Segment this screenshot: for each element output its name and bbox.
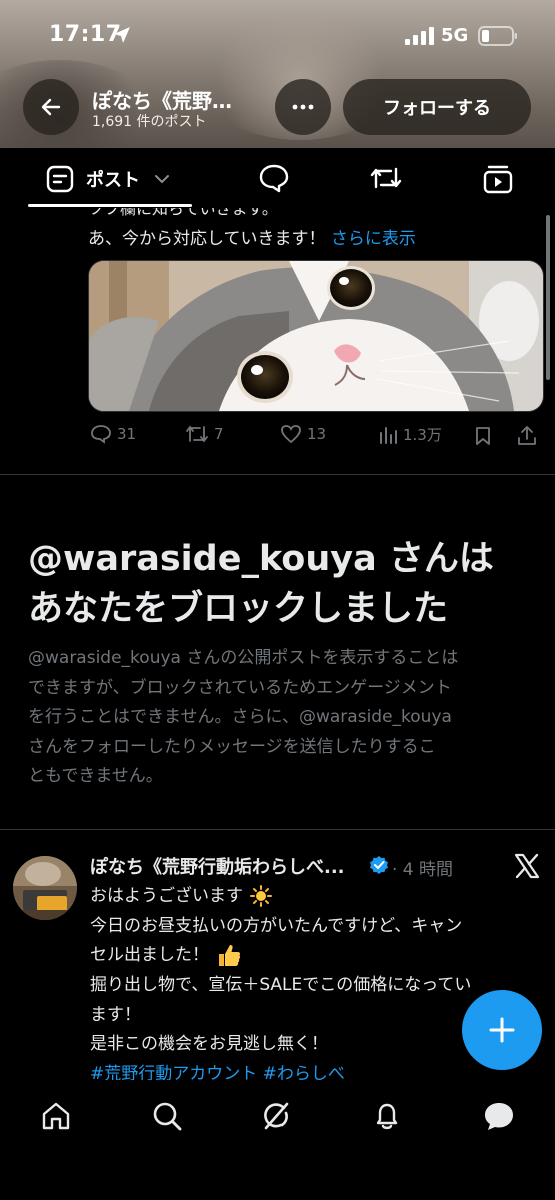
blocked-desc-line: できますが、ブロックされているためエンゲージメント xyxy=(28,677,452,698)
search-icon[interactable] xyxy=(151,1100,183,1132)
tab-reposts-icon[interactable] xyxy=(369,165,403,191)
repost-icon xyxy=(186,425,208,443)
repost-count: 7 xyxy=(214,425,224,443)
profile-nav: ぽなち《荒野… 1,691 件のポスト フォローする xyxy=(0,79,555,135)
back-button[interactable] xyxy=(23,79,79,135)
blocked-desc-line: @waraside_kouya さんの公開ポストを表示することは xyxy=(28,648,459,668)
avatar-photo xyxy=(13,856,77,920)
like-button[interactable]: 13 xyxy=(280,424,326,444)
messages-icon[interactable] xyxy=(482,1100,516,1132)
tab-media-icon[interactable] xyxy=(482,164,514,194)
thumbs-up-emoji-icon xyxy=(219,945,241,967)
blocked-desc-line: さんをフォローしたりメッセージを送信したりするこ xyxy=(28,736,436,757)
sun-emoji-icon xyxy=(250,885,273,907)
tab-posts[interactable]: ポスト xyxy=(46,165,170,193)
bookmark-icon[interactable] xyxy=(474,426,492,446)
post-line-3: セル出ました！ xyxy=(90,945,209,966)
profile-banner: 17:17 5G ぽなち《荒野… 1,691 件のポスト フォローする xyxy=(0,0,555,148)
more-options-button[interactable] xyxy=(275,79,331,135)
compose-post-button[interactable] xyxy=(462,990,542,1070)
reply-button[interactable]: 31 xyxy=(90,424,136,444)
blocked-description: @waraside_kouya さんの公開ポストを表示することは できますが、ブ… xyxy=(28,644,528,792)
home-icon[interactable] xyxy=(40,1100,72,1132)
blocked-desc-line: を行うことはできません。さらに、@waraside_kouya xyxy=(28,707,452,727)
blocked-desc-line: ともできません。 xyxy=(28,766,163,786)
chevron-down-icon xyxy=(155,175,169,184)
divider xyxy=(0,829,555,830)
grok-icon[interactable] xyxy=(260,1100,292,1132)
repost-button[interactable]: 7 xyxy=(185,424,224,444)
active-tab-indicator xyxy=(28,204,192,207)
blocked-title-line: あなたをブロックしました xyxy=(28,589,449,629)
avatar[interactable] xyxy=(13,856,77,920)
more-dots-icon xyxy=(292,104,314,110)
location-arrow-icon xyxy=(114,27,130,43)
post-body-line: おはようございます xyxy=(90,882,545,912)
media-tabs: ポスト xyxy=(0,148,555,208)
post-action-bar: 31 7 13 1.3万 xyxy=(0,422,555,450)
post-doc-icon xyxy=(46,165,74,193)
blocked-title-line: @waraside_kouya さんは xyxy=(28,539,494,579)
tab-replies-icon[interactable] xyxy=(258,163,290,193)
scrollbar[interactable] xyxy=(546,215,550,380)
reply-count: 31 xyxy=(117,425,137,443)
post-text: あ、今から対応していきます！ さらに表示 xyxy=(88,224,416,249)
post-line-1: おはようございます xyxy=(90,886,243,906)
bottom-nav xyxy=(0,1080,555,1200)
divider xyxy=(0,474,555,475)
post-line-2: 今日のお昼支払いの方がいたんですけど、キャン xyxy=(90,915,463,936)
author-name[interactable]: ぽなち《荒野行動垢わらしべ... xyxy=(90,853,345,879)
like-count: 13 xyxy=(307,425,327,443)
reply-icon xyxy=(91,425,111,444)
status-bar: 17:17 5G xyxy=(0,22,555,56)
post-count: 1,691 件のポスト xyxy=(92,114,207,130)
post-line-4: 掘り出し物で、宣伝＋SALEでこの価格になってい xyxy=(90,975,472,996)
verified-badge-icon xyxy=(370,856,388,874)
back-arrow-icon xyxy=(41,98,61,116)
cat-photo xyxy=(89,261,543,411)
signal-icon xyxy=(405,27,434,45)
notifications-bell-icon[interactable] xyxy=(371,1100,403,1132)
post-body-line: セル出ました！ xyxy=(90,941,545,971)
views-chart-icon xyxy=(380,426,397,444)
blocked-title: @waraside_kouya さんは あなたをブロックしました xyxy=(28,534,538,634)
post-media-image[interactable] xyxy=(88,260,544,412)
post-text-main: あ、今から対応していきます！ xyxy=(88,229,326,249)
heart-icon xyxy=(281,425,301,444)
network-label: 5G xyxy=(441,25,469,46)
plus-icon xyxy=(489,1017,515,1043)
tab-posts-label: ポスト xyxy=(86,170,140,191)
views-button[interactable]: 1.3万 xyxy=(378,424,442,445)
profile-name: ぽなち《荒野… xyxy=(92,89,232,113)
status-time: 17:17 xyxy=(49,22,122,47)
battery-icon xyxy=(478,26,517,46)
x-logo-icon xyxy=(514,853,540,879)
show-more-link[interactable]: さらに表示 xyxy=(331,229,416,249)
follow-button[interactable]: フォローする xyxy=(343,79,531,135)
share-icon[interactable] xyxy=(516,425,538,447)
views-count: 1.3万 xyxy=(403,426,442,444)
post-time: · 4 時間 xyxy=(392,860,454,880)
